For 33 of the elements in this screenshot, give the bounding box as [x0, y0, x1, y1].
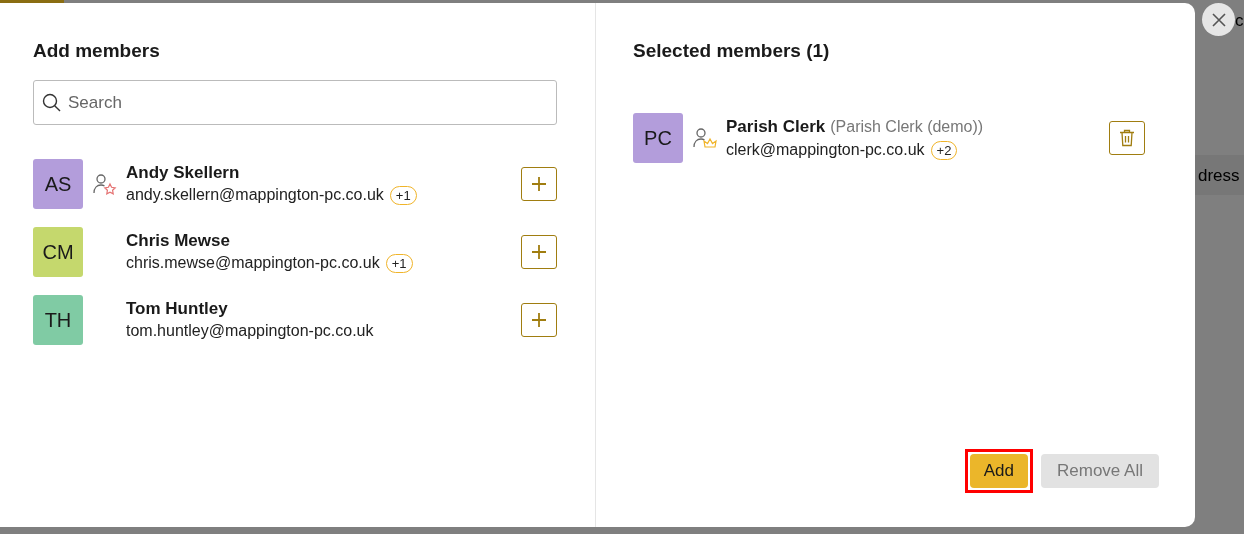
member-role: (Parish Clerk (demo)) — [830, 117, 984, 137]
panel-title: Selected members (1) — [633, 39, 831, 63]
member-name: Chris Mewse — [126, 230, 230, 252]
close-button[interactable] — [1202, 3, 1235, 36]
add-button[interactable]: Add — [969, 454, 1028, 488]
background-text: dress — [1198, 165, 1240, 187]
member-name: Andy Skellern — [126, 162, 240, 184]
search-icon — [42, 93, 61, 112]
remove-all-button[interactable]: Remove All — [1041, 454, 1159, 488]
search-field[interactable]: Search — [33, 80, 557, 125]
member-name: Tom Huntley — [126, 298, 228, 320]
remove-member-button[interactable] — [1109, 121, 1145, 155]
person-star-icon — [92, 172, 117, 196]
member-email: tom.huntley@mappington-pc.co.uk — [126, 321, 374, 341]
background-text: c — [1235, 10, 1244, 32]
close-icon — [1211, 12, 1226, 27]
person-crown-icon — [692, 126, 717, 150]
member-email: andy.skellern@mappington-pc.co.uk — [126, 185, 384, 205]
member-email: chris.mewse@mappington-pc.co.uk — [126, 253, 380, 273]
add-member-button[interactable] — [521, 235, 557, 269]
plus-icon — [531, 312, 547, 328]
member-name: Parish Clerk — [726, 116, 826, 138]
avatar: TH — [33, 295, 83, 345]
panel-title: Add members — [33, 39, 161, 63]
add-member-button[interactable] — [521, 303, 557, 337]
member-email: clerk@mappington-pc.co.uk — [726, 140, 925, 160]
add-member-button[interactable] — [521, 167, 557, 201]
avatar: CM — [33, 227, 83, 277]
avatar: AS — [33, 159, 83, 209]
plus-icon — [531, 176, 547, 192]
trash-icon — [1119, 129, 1135, 147]
avatar: PC — [633, 113, 683, 163]
plus-icon — [531, 244, 547, 260]
